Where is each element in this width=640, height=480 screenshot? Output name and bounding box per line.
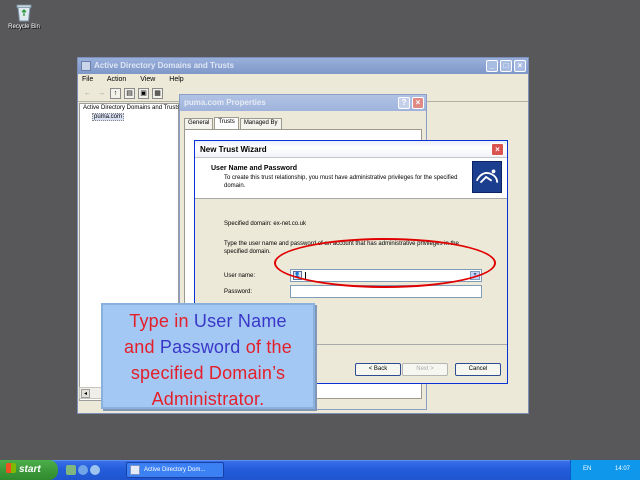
tree-root-label: Active Directory Domains and Trusts bbox=[83, 105, 181, 111]
export-list-icon[interactable]: ▣ bbox=[138, 88, 149, 99]
mmc-menubar: File Action View Help bbox=[78, 74, 528, 86]
windows-flag-icon bbox=[6, 463, 16, 473]
wizard-header-title: User Name and Password bbox=[211, 165, 297, 172]
wizard-titlebar[interactable]: New Trust Wizard × bbox=[195, 141, 507, 158]
show-desktop-icon[interactable] bbox=[66, 465, 76, 475]
tab-general[interactable]: General bbox=[184, 118, 214, 129]
properties-title: puma.com Properties bbox=[184, 98, 266, 107]
recycle-bin-icon[interactable]: Recycle Bin bbox=[4, 2, 44, 30]
callout-line-1: Type in User Name bbox=[103, 308, 313, 334]
start-label: start bbox=[19, 464, 41, 475]
tree-child-label: puma.com bbox=[92, 113, 125, 121]
clock[interactable]: 14:07 bbox=[615, 466, 630, 472]
properties-close-button[interactable]: × bbox=[412, 97, 424, 109]
internet-explorer-icon[interactable] bbox=[78, 465, 88, 475]
tree-root[interactable]: Active Directory Domains and Trusts bbox=[80, 104, 181, 113]
taskbar-item-mmc[interactable]: Active Directory Dom... bbox=[126, 462, 224, 478]
help-button[interactable]: ? bbox=[398, 97, 410, 109]
menu-action[interactable]: Action bbox=[107, 76, 126, 83]
tab-managed-by[interactable]: Managed By bbox=[239, 118, 282, 129]
scroll-left-icon[interactable]: ◂ bbox=[81, 389, 90, 398]
wizard-header-subtitle: To create this trust relationship, you m… bbox=[224, 175, 458, 189]
callout-text: of the bbox=[240, 337, 292, 357]
tree-child-puma[interactable]: puma.com bbox=[80, 113, 178, 122]
show-hide-tree-icon[interactable]: ▤ bbox=[124, 88, 135, 99]
callout-line-2: and Password of the bbox=[103, 334, 313, 360]
menu-view[interactable]: View bbox=[140, 76, 155, 83]
wizard-title: New Trust Wizard bbox=[200, 145, 267, 154]
up-folder-icon[interactable]: ↑ bbox=[110, 88, 121, 99]
properties-tabs: General Trusts Managed By bbox=[180, 111, 426, 129]
next-button[interactable]: Next > bbox=[402, 363, 448, 376]
properties-icon[interactable]: ▦ bbox=[152, 88, 163, 99]
recycle-bin-label: Recycle Bin bbox=[8, 24, 40, 30]
media-player-icon[interactable] bbox=[90, 465, 100, 475]
callout-text: Type in bbox=[129, 311, 194, 331]
mmc-app-icon bbox=[81, 61, 91, 71]
maximize-button[interactable]: □ bbox=[500, 60, 512, 72]
instruction-callout: Type in User Name and Password of the sp… bbox=[101, 303, 315, 409]
minimize-button[interactable]: _ bbox=[486, 60, 498, 72]
back-arrow-icon[interactable]: ← bbox=[82, 88, 93, 99]
user-name-label: User name: bbox=[224, 273, 256, 279]
recycle-bin-graphic bbox=[16, 4, 32, 22]
handshake-icon bbox=[472, 161, 502, 193]
specified-domain-text: Specified domain: ex-net.co.uk bbox=[224, 221, 307, 227]
callout-highlight-password: Password bbox=[159, 337, 241, 357]
menu-file[interactable]: File bbox=[82, 76, 93, 83]
callout-line-4: Administrator. bbox=[151, 389, 265, 409]
wizard-close-button[interactable]: × bbox=[491, 143, 504, 156]
taskbar-item-label: Active Directory Dom... bbox=[144, 467, 206, 473]
callout-line-3: specified Domain’s bbox=[130, 363, 286, 383]
callout-highlight-user-name: User Name bbox=[193, 311, 287, 331]
mmc-titlebar[interactable]: Active Directory Domains and Trusts _ □ … bbox=[78, 58, 528, 74]
wizard-header: User Name and Password To create this tr… bbox=[195, 158, 507, 199]
menu-help[interactable]: Help bbox=[169, 76, 183, 83]
tab-trusts[interactable]: Trusts bbox=[214, 117, 239, 129]
cancel-button[interactable]: Cancel bbox=[455, 363, 501, 376]
callout-text: and bbox=[124, 337, 160, 357]
close-button[interactable]: × bbox=[514, 60, 526, 72]
language-indicator[interactable]: EN bbox=[583, 466, 591, 472]
properties-titlebar[interactable]: puma.com Properties ? × bbox=[180, 95, 426, 111]
mmc-title: Active Directory Domains and Trusts bbox=[94, 61, 235, 70]
password-label: Password: bbox=[224, 289, 253, 295]
system-tray: EN 14:07 bbox=[570, 460, 640, 480]
start-button[interactable]: start bbox=[0, 460, 58, 480]
back-button[interactable]: < Back bbox=[355, 363, 401, 376]
annotation-ellipse bbox=[274, 238, 496, 288]
forward-arrow-icon[interactable]: → bbox=[96, 88, 107, 99]
mmc-task-icon bbox=[130, 465, 140, 475]
